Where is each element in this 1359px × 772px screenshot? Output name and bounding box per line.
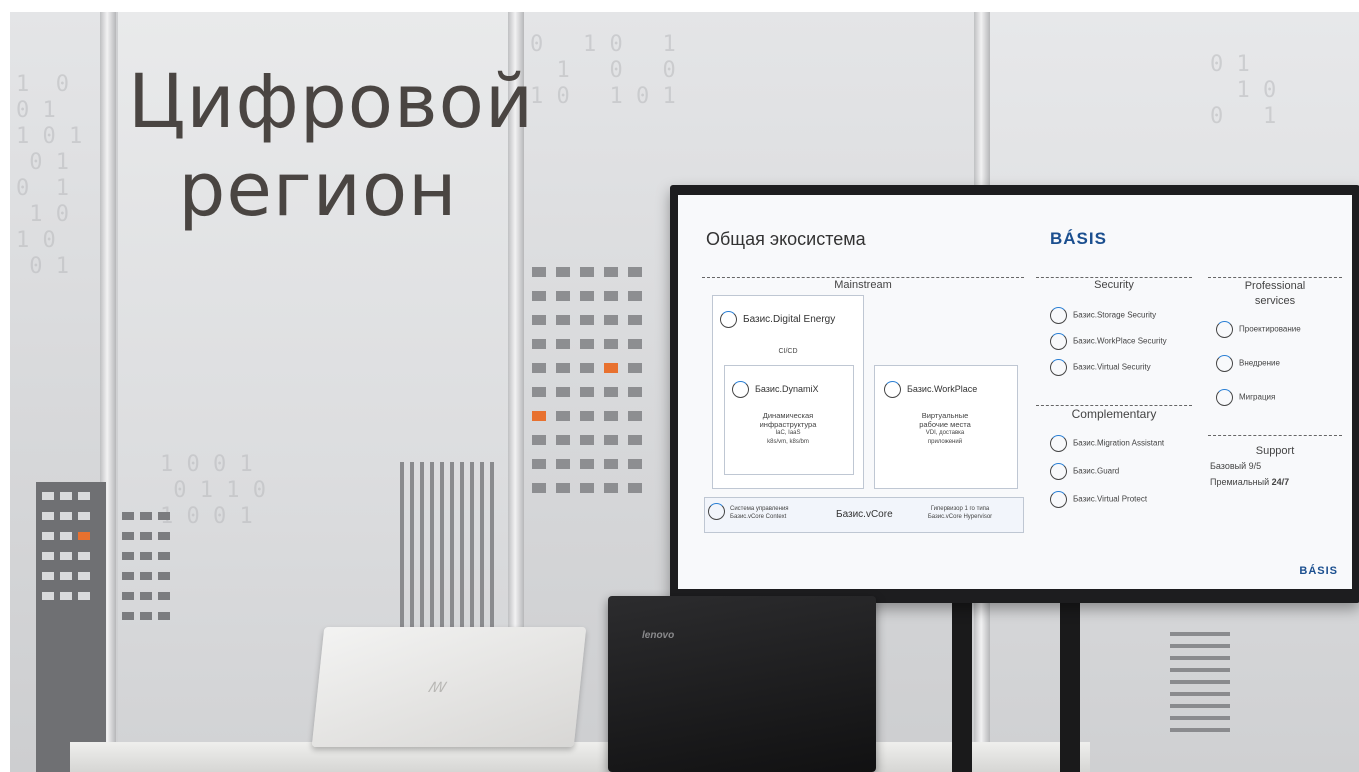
dynamix-label: Базис.DynamiX — [755, 383, 819, 394]
tv-stand-leg — [1060, 598, 1080, 772]
vcore-management-line-2: Базис.vCore Context — [730, 514, 787, 520]
booth-title-line-1: Цифровой — [128, 59, 535, 145]
digital-energy-icon — [720, 311, 737, 328]
professional-item-label: Проектирование — [1239, 324, 1301, 334]
workplace-desc-2: рабочие места — [919, 420, 971, 429]
mainstream-divider — [702, 277, 1024, 278]
presentation-slide: Общая экосистема BÁSIS Mainstream Базис.… — [678, 195, 1352, 589]
professional-label: Professional services — [1208, 279, 1342, 309]
building-graphic — [400, 462, 510, 642]
complementary-item: Базис.Virtual Protect — [1050, 491, 1147, 508]
basis-logo-small: BÁSIS — [1299, 565, 1338, 577]
vcore-management: Система управления Базис.vCore Context — [730, 505, 822, 521]
laptop-logo-icon: ꟿ — [427, 679, 446, 695]
professional-item-icon — [1216, 321, 1233, 338]
black-laptop: lenovo — [608, 596, 876, 772]
dynamix-icon — [732, 381, 749, 398]
support-premium-label: Премиальный — [1210, 477, 1270, 487]
dynamix-description: Динамическая инфраструктура IaC, IaaS k8… — [728, 411, 848, 447]
building-graphic — [1170, 612, 1350, 772]
workplace-title: Базис.WorkPlace — [884, 381, 977, 398]
dynamix-desc-2: инфраструктура — [759, 420, 817, 429]
binary-pattern: 1 0 0 1 1 0 1 0 1 0 1 1 0 1 0 0 1 — [16, 72, 83, 279]
basis-logo: BÁSIS — [1050, 229, 1107, 248]
professional-item-label: Миграция — [1239, 392, 1276, 402]
dynamix-desc-4: k8s/vm, k8s/bm — [767, 439, 809, 445]
white-laptop: ꟿ — [311, 627, 587, 747]
security-divider — [1036, 277, 1192, 278]
security-item: Базис.Storage Security — [1050, 307, 1156, 324]
complementary-item-label: Базис.Guard — [1073, 466, 1120, 476]
professional-item-icon — [1216, 355, 1233, 372]
building-graphic — [36, 482, 106, 772]
workplace-icon — [884, 381, 901, 398]
desk — [70, 742, 1090, 772]
dynamix-desc-3: IaC, IaaS — [775, 430, 801, 436]
professional-item: Проектирование — [1216, 321, 1301, 338]
vcore-hypervisor-line-1: Гипервизор 1 го типа — [930, 506, 990, 512]
support-label: Support — [1255, 445, 1295, 457]
support-divider — [1208, 435, 1342, 436]
cicd-label: CI/CD — [778, 348, 798, 355]
dynamix-desc-1: Динамическая — [762, 411, 814, 420]
vcore-management-line-1: Система управления — [730, 506, 789, 512]
complementary-item-icon — [1050, 463, 1067, 480]
complementary-item: Базис.Migration Assistant — [1050, 435, 1164, 452]
digital-energy-title: Базис.Digital Energy — [720, 311, 835, 328]
support-premium-hours: 24/7 — [1271, 477, 1290, 487]
binary-pattern: 0 1 0 1 1 0 0 1 0 1 0 1 — [530, 32, 676, 109]
security-item-icon — [1050, 307, 1067, 324]
photo-scene: 1 0 0 1 1 0 1 0 1 0 1 1 0 1 0 0 1 1 0 0 … — [10, 12, 1359, 772]
workplace-description: Виртуальные рабочие места VDI, доставка … — [878, 411, 1012, 447]
security-item-label: Базис.WorkPlace Security — [1073, 336, 1167, 346]
support-premium: Премиальный 24/7 — [1210, 477, 1289, 487]
complementary-item-label: Базис.Virtual Protect — [1073, 494, 1148, 504]
booth-title: Цифровой регион — [128, 58, 535, 234]
digital-energy-label: Базис.Digital Energy — [743, 314, 836, 326]
professional-item: Миграция — [1216, 389, 1275, 406]
tv-stand-leg — [952, 598, 972, 772]
vcore-hypervisor-line-2: Базис.vCore Hypervisor — [927, 514, 993, 520]
workplace-desc-3: VDI, доставка — [925, 430, 965, 436]
vcore-icon — [708, 503, 726, 520]
vcore-hypervisor: Гипервизор 1 го типа Базис.vCore Hypervi… — [906, 505, 1014, 521]
workplace-label: Базис.WorkPlace — [907, 383, 978, 394]
security-item-label: Базис.Virtual Security — [1073, 362, 1151, 372]
mainstream-label: Mainstream — [834, 279, 892, 291]
professional-item: Внедрение — [1216, 355, 1280, 372]
complementary-label: Complementary — [1071, 407, 1157, 421]
complementary-item: Базис.Guard — [1050, 463, 1119, 480]
tv-monitor: Общая экосистема BÁSIS Mainstream Базис.… — [670, 185, 1359, 603]
support-basic: Базовый 9/5 — [1210, 461, 1262, 471]
security-item: Базис.WorkPlace Security — [1050, 333, 1167, 350]
professional-label-line-2: services — [1254, 295, 1296, 307]
security-item-icon — [1050, 359, 1067, 376]
security-label: Security — [1094, 279, 1134, 291]
building-graphic — [122, 512, 182, 772]
binary-pattern: 0 1 1 0 0 1 — [1210, 52, 1277, 129]
security-item-label: Базис.Storage Security — [1073, 310, 1157, 320]
professional-item-label: Внедрение — [1239, 358, 1280, 368]
workplace-desc-4: приложений — [927, 439, 963, 445]
complementary-item-icon — [1050, 491, 1067, 508]
dynamix-title: Базис.DynamiX — [732, 381, 818, 398]
workplace-desc-1: Виртуальные — [921, 411, 969, 420]
complementary-item-icon — [1050, 435, 1067, 452]
security-item-icon — [1050, 333, 1067, 350]
complementary-item-label: Базис.Migration Assistant — [1073, 438, 1165, 448]
booth-title-line-2: регион — [178, 147, 458, 233]
vcore-title: Базис.vCore — [836, 509, 893, 520]
laptop-brand: lenovo — [642, 630, 675, 641]
complementary-divider — [1036, 405, 1192, 406]
professional-divider — [1208, 277, 1342, 278]
slide-title: Общая экосистема — [706, 229, 866, 249]
professional-label-line-1: Professional — [1244, 280, 1306, 292]
professional-item-icon — [1216, 389, 1233, 406]
security-item: Базис.Virtual Security — [1050, 359, 1151, 376]
